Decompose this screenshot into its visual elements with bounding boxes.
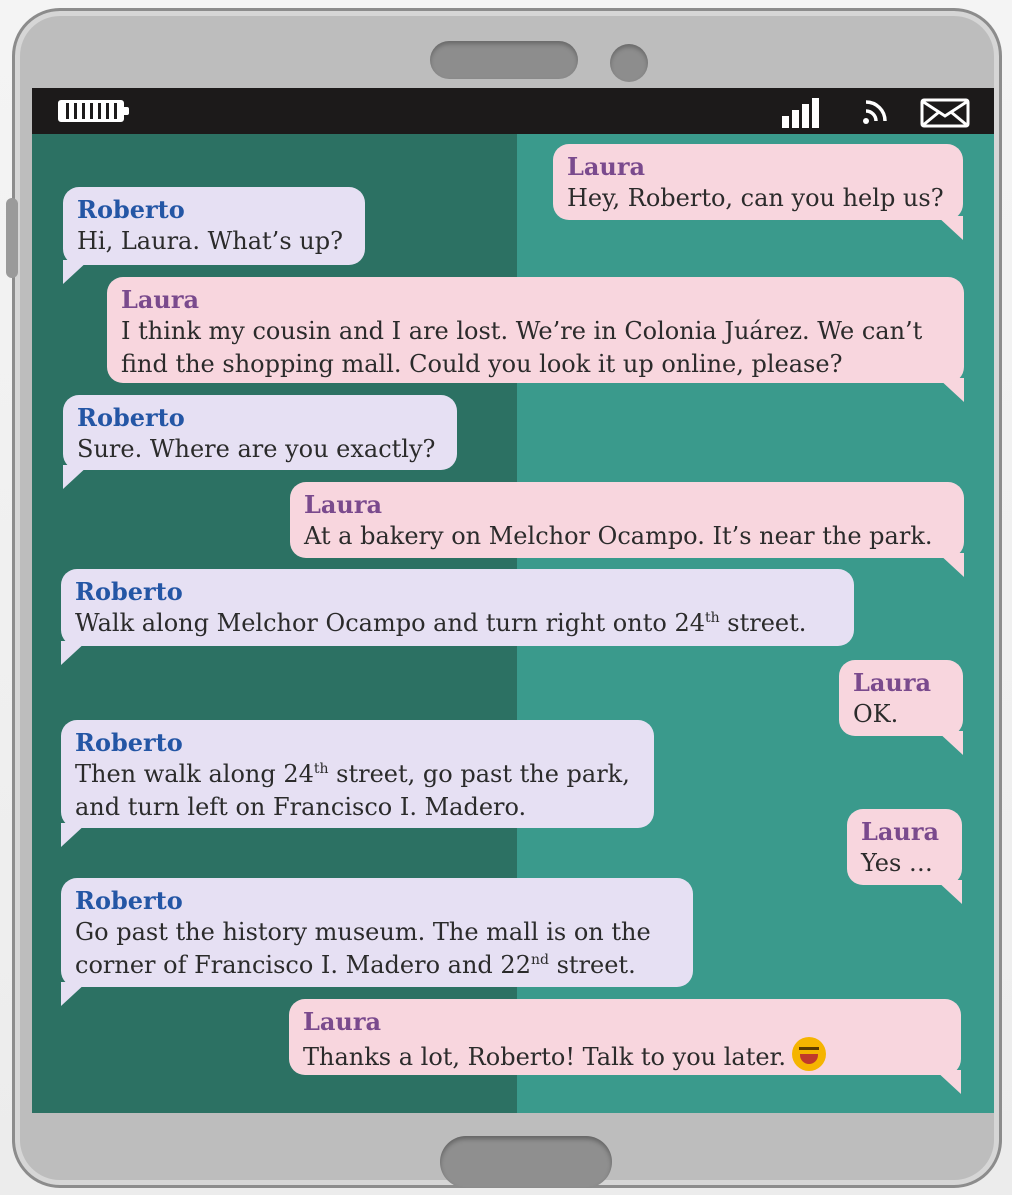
sender-name: Laura	[121, 285, 200, 314]
sender-name: Roberto	[75, 728, 183, 757]
message-text: At a bakery on Melchor Ocampo. It’s near…	[304, 522, 933, 550]
sender-name: Laura	[567, 152, 646, 181]
signal-icon	[782, 96, 830, 128]
message-text-line: corner of Francisco I. Madero and 22nd s…	[75, 951, 636, 979]
chat-message-laura: Laura OK.	[839, 660, 963, 736]
message-text: OK.	[853, 700, 899, 728]
sender-name: Roberto	[75, 577, 183, 606]
sender-name: Laura	[853, 668, 932, 697]
message-text-line: Then walk along 24th street, go past the…	[75, 760, 630, 788]
mail-icon[interactable]	[920, 98, 970, 128]
message-text: Sure. Where are you exactly?	[77, 435, 436, 463]
speaker-grille	[430, 41, 578, 79]
sender-name: Roberto	[77, 403, 185, 432]
message-text: Walk along Melchor Ocampo and turn right…	[75, 609, 807, 637]
message-text: Yes …	[861, 849, 933, 877]
message-text: Hi, Laura. What’s up?	[77, 227, 343, 255]
home-button[interactable]	[440, 1136, 612, 1188]
sender-name: Laura	[861, 817, 940, 846]
message-text: Hey, Roberto, can you help us?	[567, 184, 944, 212]
message-text: Thanks a lot, Roberto! Talk to you later…	[303, 1043, 787, 1071]
sender-name: Laura	[304, 490, 383, 519]
grinning-face-emoji-icon	[792, 1037, 827, 1071]
chat-message-laura: Laura Yes …	[847, 809, 962, 885]
status-bar	[32, 88, 994, 134]
message-text-line: I think my cousin and I are lost. We’re …	[121, 317, 923, 345]
wifi-icon	[863, 100, 887, 124]
chat-message-roberto: Roberto Hi, Laura. What’s up?	[63, 187, 365, 265]
sender-name: Roberto	[77, 195, 185, 224]
side-button[interactable]	[6, 198, 18, 278]
message-text-line: and turn left on Francisco I. Madero.	[75, 793, 527, 821]
chat-screen: Laura Hey, Roberto, can you help us? Rob…	[32, 88, 994, 1113]
message-text-line: find the shopping mall. Could you look i…	[121, 350, 843, 378]
chat-message-roberto: Roberto Go past the history museum. The …	[61, 878, 693, 987]
sender-name: Roberto	[75, 886, 183, 915]
chat-message-laura: Laura At a bakery on Melchor Ocampo. It’…	[290, 482, 964, 558]
chat-message-roberto: Roberto Walk along Melchor Ocampo and tu…	[61, 569, 854, 646]
chat-message-laura: Laura Hey, Roberto, can you help us?	[553, 144, 963, 220]
sender-name: Laura	[303, 1007, 382, 1036]
front-camera	[610, 44, 648, 82]
message-text-line: Go past the history museum. The mall is …	[75, 918, 651, 946]
chat-message-roberto: Roberto Then walk along 24th street, go …	[61, 720, 654, 828]
battery-icon	[58, 100, 129, 122]
chat-message-roberto: Roberto Sure. Where are you exactly?	[63, 395, 457, 470]
chat-message-laura: Laura I think my cousin and I are lost. …	[107, 277, 964, 383]
chat-message-laura: Laura Thanks a lot, Roberto! Talk to you…	[289, 999, 961, 1075]
